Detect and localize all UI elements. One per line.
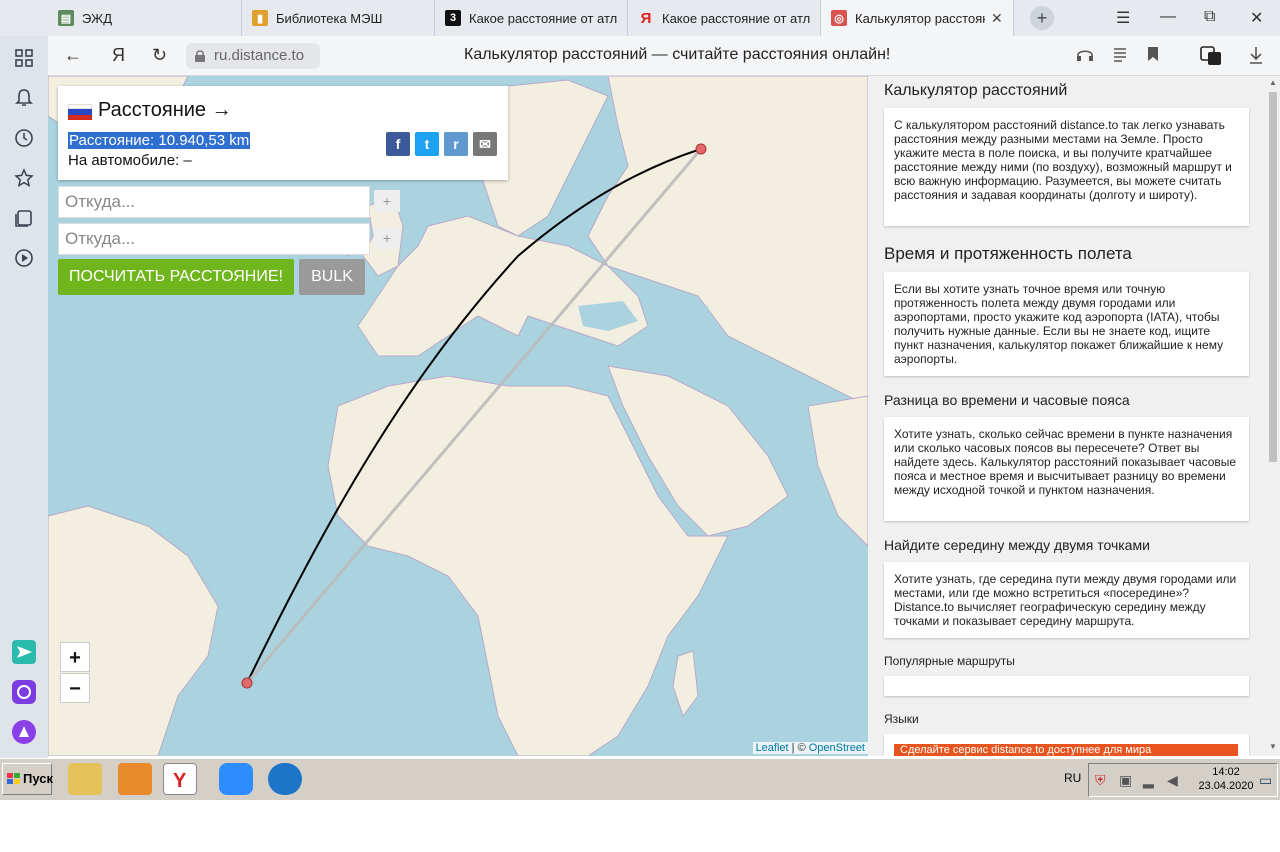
- book-favicon-icon: ▮: [252, 10, 268, 26]
- russia-flag-icon: [68, 104, 92, 120]
- send-icon[interactable]: [12, 640, 36, 664]
- heading-flight: Время и протяженность полета: [884, 244, 1132, 263]
- distance-value: Расстояние: 10.940,53 km: [68, 132, 251, 149]
- media-player-icon[interactable]: [118, 763, 152, 795]
- add-to-button[interactable]: +: [374, 227, 400, 249]
- tab-title: Какое расстояние от атл: [662, 10, 810, 26]
- scroll-up-icon[interactable]: ▲: [1269, 78, 1277, 87]
- distance-title: Расстояние →: [98, 99, 232, 121]
- network-signal-icon[interactable]: ▂: [1143, 772, 1154, 789]
- browser-sidebar: [0, 0, 48, 758]
- info-panel: Калькулятор расстояний С калькулятором р…: [868, 76, 1266, 756]
- add-from-button[interactable]: +: [374, 190, 400, 212]
- to-input[interactable]: Откуда...: [58, 223, 370, 255]
- znanija-favicon-icon: 3: [445, 10, 461, 26]
- page-title: Калькулятор расстояний — считайте рассто…: [464, 46, 891, 63]
- tab-title: Библиотека МЭШ: [276, 10, 383, 26]
- card-flight: Если вы хотите узнать точное время или т…: [884, 272, 1249, 376]
- play-icon[interactable]: [12, 248, 36, 272]
- clock[interactable]: 14:02 23.04.2020: [1196, 765, 1256, 793]
- heading-popular-routes: Популярные маршруты: [884, 654, 1015, 668]
- scroll-thumb[interactable]: [1269, 92, 1277, 462]
- menu-icon[interactable]: ☰: [1116, 8, 1130, 28]
- start-button[interactable]: Пуск: [2, 763, 53, 795]
- alice-icon[interactable]: [12, 720, 36, 744]
- bell-icon[interactable]: [12, 88, 36, 112]
- yandex-icon[interactable]: Я: [112, 45, 125, 66]
- lock-icon: [195, 50, 205, 62]
- facebook-share-icon[interactable]: f: [386, 132, 410, 156]
- tab-distance-calculator[interactable]: ◎ Калькулятор расстоян ✕: [821, 0, 1014, 36]
- tab-title: ЭЖД: [82, 10, 112, 26]
- download-icon[interactable]: [1248, 46, 1264, 69]
- zoom-in-button[interactable]: +: [60, 642, 90, 672]
- zoom-app-icon[interactable]: [219, 763, 253, 795]
- heading-calculator: Калькулятор расстояний: [884, 82, 1068, 99]
- file-explorer-icon[interactable]: [68, 763, 102, 795]
- reddit-share-icon[interactable]: r: [444, 132, 468, 156]
- new-tab-button[interactable]: +: [1030, 6, 1054, 30]
- leaflet-link[interactable]: Leaflet: [756, 742, 789, 754]
- tab-title: Калькулятор расстоян: [855, 10, 985, 26]
- usb-icon[interactable]: ▣: [1119, 772, 1132, 789]
- stack-icon[interactable]: [12, 680, 36, 704]
- osm-link[interactable]: OpenStreet: [809, 742, 865, 754]
- tab-mesh-library[interactable]: ▮ Библиотека МЭШ: [242, 0, 435, 36]
- close-window-icon[interactable]: ✕: [1250, 8, 1263, 28]
- popular-routes-box: [884, 676, 1249, 696]
- tab-question-1[interactable]: 3 Какое расстояние от атл: [435, 0, 628, 36]
- star-icon[interactable]: [12, 168, 36, 192]
- map-view[interactable]: Расстояние → Расстояние: 10.940,53 km На…: [48, 76, 868, 756]
- card-timezones: Хотите узнать, сколько сейчас времени в …: [884, 417, 1249, 521]
- display-icon[interactable]: ▭: [1259, 772, 1272, 789]
- zoom-out-button[interactable]: −: [60, 673, 90, 703]
- headphones-icon[interactable]: [1076, 46, 1094, 67]
- yandex-favicon-icon: Я: [640, 9, 652, 27]
- url-field[interactable]: ru.distance.to: [186, 43, 320, 69]
- tab-strip: ▤ ЭЖД ▮ Библиотека МЭШ 3 Какое расстояни…: [0, 0, 1280, 36]
- minimize-icon[interactable]: —: [1160, 8, 1176, 26]
- from-input[interactable]: Откуда...: [58, 186, 370, 218]
- network-app-icon[interactable]: [268, 763, 302, 795]
- ezhd-favicon-icon: ▤: [58, 10, 74, 26]
- windows-logo-icon: [7, 773, 20, 784]
- volume-icon[interactable]: ◀: [1167, 772, 1178, 789]
- bulk-button[interactable]: BULK: [299, 259, 365, 295]
- collections-icon[interactable]: [12, 208, 36, 232]
- twitter-share-icon[interactable]: t: [415, 132, 439, 156]
- grid-icon[interactable]: [12, 48, 36, 72]
- distance-info-box: Расстояние → Расстояние: 10.940,53 km На…: [58, 86, 508, 180]
- map-attribution: Leaflet | © OpenStreet: [752, 742, 868, 754]
- yandex-browser-icon[interactable]: Y: [163, 763, 197, 795]
- reader-icon[interactable]: [1112, 46, 1128, 67]
- clock-icon[interactable]: [12, 128, 36, 152]
- restore-icon[interactable]: ⧉: [1204, 8, 1215, 26]
- url-text: ru.distance.to: [214, 47, 305, 64]
- os-taskbar: Пуск Y RU ⛨ ▣ ▂ ◀ ▭ 14:02 23.04.2020: [0, 758, 1280, 800]
- email-share-icon[interactable]: ✉: [473, 132, 497, 156]
- calculate-distance-button[interactable]: ПОСЧИТАТЬ РАССТОЯНИЕ!: [58, 259, 294, 295]
- promo-banner[interactable]: Сделайте сервис distance.to доступнее дл…: [894, 744, 1238, 756]
- card-midpoint: Хотите узнать, где середина пути между д…: [884, 562, 1249, 638]
- back-icon[interactable]: ←: [64, 45, 82, 66]
- scroll-down-icon[interactable]: ▼: [1269, 742, 1277, 751]
- panel-scrollbar[interactable]: ▲ ▼: [1266, 76, 1280, 756]
- heading-midpoint: Найдите середину между двумя точками: [884, 537, 1150, 553]
- card-calculator: С калькулятором расстояний distance.to т…: [884, 108, 1249, 226]
- svg-text:Y: Y: [173, 770, 187, 792]
- tab-question-2[interactable]: Я Какое расстояние от атл: [628, 0, 821, 36]
- reload-icon[interactable]: ↻: [152, 45, 167, 66]
- close-tab-icon[interactable]: ✕: [991, 10, 1003, 27]
- heading-languages: Языки: [884, 712, 919, 726]
- bookmark-icon[interactable]: [1146, 46, 1160, 67]
- distance-favicon-icon: ◎: [831, 10, 847, 26]
- heading-timezones: Разница во времени и часовые пояса: [884, 392, 1130, 408]
- address-bar: ← Я ↻ ru.distance.to Калькулятор расстоя…: [48, 36, 1280, 76]
- car-distance: На автомобиле: –: [68, 152, 192, 169]
- tab-title: Какое расстояние от атл: [469, 10, 617, 26]
- antivirus-icon[interactable]: ⛨: [1095, 772, 1106, 789]
- tab-ezhd[interactable]: ▤ ЭЖД: [48, 0, 242, 36]
- language-indicator[interactable]: RU: [1064, 771, 1081, 785]
- translate-icon[interactable]: [1200, 46, 1222, 71]
